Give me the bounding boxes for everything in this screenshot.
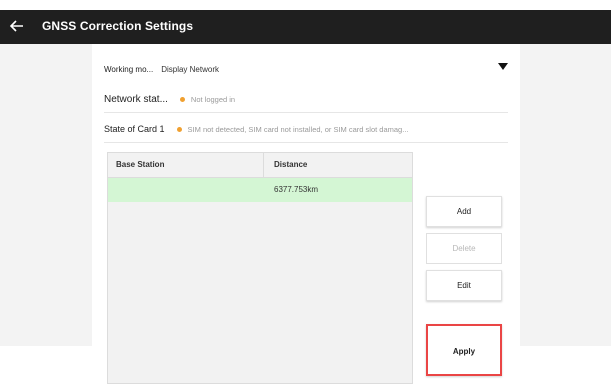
working-mode-dropdown[interactable]: Working mo... Display Network [104,56,508,82]
card-state-label: State of Card 1 [104,124,165,134]
delete-button[interactable]: Delete [426,233,502,264]
network-status-value: Not logged in [190,94,236,104]
add-button[interactable]: Add [426,196,502,227]
chevron-down-icon [498,63,508,70]
network-status-label: Network stat... [104,93,168,105]
apply-button[interactable]: Apply [426,324,502,376]
working-mode-label: Working mo... [104,64,154,74]
status-dot-icon [179,96,185,102]
status-dot-icon [176,126,182,132]
edit-button[interactable]: Edit [426,270,502,301]
content-area: Working mo... Display Network Network st… [0,44,611,384]
card-state-value: SIM not detected, SIM card not installed… [187,124,409,134]
table-header: Base Station Distance [108,153,412,178]
page-title: GNSS Correction Settings [42,19,194,33]
card-state-row: State of Card 1 SIM not detected, SIM ca… [104,116,508,143]
column-header-distance: Distance [274,160,308,169]
network-status-row: Network stat... Not logged in [104,86,508,113]
cell-distance: 6377.753km [274,185,319,194]
back-button[interactable] [6,15,28,37]
working-mode-value: Display Network [161,64,219,74]
base-station-table: Base Station Distance 6377.753km [107,152,413,384]
arrow-left-icon [10,20,23,32]
table-row[interactable]: 6377.753km [108,178,412,202]
app-bar: GNSS Correction Settings [0,10,611,44]
apply-button-label: Apply [452,346,476,356]
cell-base-station [108,178,264,202]
column-header-base-station: Base Station [108,153,264,177]
